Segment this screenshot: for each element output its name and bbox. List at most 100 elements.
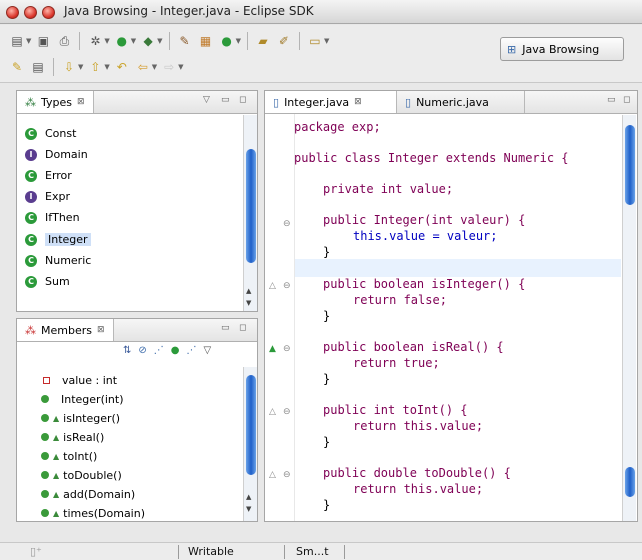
chevron-down-icon[interactable]: ▼ xyxy=(152,63,157,71)
print-icon[interactable]: ⎙ xyxy=(55,32,73,50)
tab-members[interactable]: ⁂ Members ⊠ xyxy=(17,319,114,341)
close-icon[interactable]: ⊠ xyxy=(77,97,85,107)
scroll-down-icon[interactable]: ▼ xyxy=(246,299,251,307)
run-icon[interactable]: ● xyxy=(113,32,131,50)
type-item-ifthen[interactable]: C IfThen xyxy=(25,208,80,227)
code-line: } xyxy=(323,435,331,449)
override-icon: ▲ xyxy=(53,413,60,423)
member-item[interactable]: ▲ toDouble() xyxy=(41,466,122,484)
debug-icon[interactable]: ✲ xyxy=(86,32,104,50)
fold-minus-icon[interactable]: ⊖ xyxy=(283,219,291,229)
chevron-down-icon[interactable]: ▼ xyxy=(78,63,83,71)
tab-integer-java[interactable]: ▯ Integer.java ⊠ xyxy=(265,91,397,113)
fold-minus-icon[interactable]: ⊖ xyxy=(283,407,291,417)
sort-icon[interactable]: ⇅ xyxy=(123,345,131,356)
type-item-sum[interactable]: C Sum xyxy=(25,272,70,291)
hide-fields-icon[interactable]: ⊘ xyxy=(138,345,146,356)
chevron-down-icon[interactable]: ▼ xyxy=(157,37,162,45)
chevron-down-icon[interactable]: ▼ xyxy=(104,37,109,45)
close-icon[interactable]: ⊠ xyxy=(354,97,362,107)
minimize-icon[interactable]: ▭ xyxy=(221,323,230,333)
type-item-error[interactable]: C Error xyxy=(25,166,72,185)
scrollbar-thumb[interactable] xyxy=(246,375,256,475)
status-divider xyxy=(344,545,345,559)
new-package-icon[interactable]: ▦ xyxy=(197,32,215,50)
external-tools-icon[interactable]: ◆ xyxy=(139,32,157,50)
highlight-icon[interactable]: ✎ xyxy=(8,58,26,76)
hide-local-types-icon[interactable]: ⋰ xyxy=(187,345,197,356)
scrollbar-thumb[interactable] xyxy=(246,149,256,263)
code-line: return this.value; xyxy=(353,419,484,433)
next-annotation-icon[interactable]: ⇩ xyxy=(60,58,78,76)
back-icon[interactable]: ⇦ xyxy=(134,58,152,76)
close-window-button[interactable] xyxy=(6,6,19,19)
scroll-up-icon[interactable]: ▲ xyxy=(246,287,251,295)
save-icon[interactable]: ▣ xyxy=(34,32,52,50)
scroll-up-icon[interactable]: ▲ xyxy=(246,493,251,501)
member-item[interactable]: ▲ isInteger() xyxy=(41,409,120,427)
member-item[interactable]: ▲ add(Domain) xyxy=(41,485,135,503)
tab-numeric-java[interactable]: ▯ Numeric.java xyxy=(397,91,525,113)
member-item[interactable]: value : int xyxy=(43,371,117,389)
fold-minus-icon[interactable]: ⊖ xyxy=(283,281,291,291)
chevron-down-icon[interactable]: ▼ xyxy=(178,63,183,71)
tab-types[interactable]: ⁂ Types ⊠ xyxy=(17,91,94,113)
view-menu-icon[interactable]: ▽ xyxy=(204,345,212,356)
type-item-label: Integer xyxy=(45,233,91,246)
editor-gutter[interactable] xyxy=(265,114,295,521)
member-item-label: value : int xyxy=(62,373,118,387)
minimize-icon[interactable]: ▭ xyxy=(221,95,230,105)
new-icon[interactable]: ▤ xyxy=(8,32,26,50)
member-item-label: times(Domain) xyxy=(63,506,146,520)
perspective-icon: ⊞ xyxy=(507,42,517,56)
last-edit-icon[interactable]: ↶ xyxy=(113,58,131,76)
type-item-domain[interactable]: I Domain xyxy=(25,145,88,164)
type-item-const[interactable]: C Const xyxy=(25,124,76,143)
minimize-window-button[interactable] xyxy=(24,6,37,19)
maximize-icon[interactable]: ◻ xyxy=(239,95,246,105)
editor-scrollbar[interactable] xyxy=(622,115,636,521)
member-item[interactable]: ▲ times(Domain) xyxy=(41,504,145,522)
minimize-icon[interactable]: ▭ xyxy=(607,95,616,105)
scrollbar-thumb[interactable] xyxy=(625,467,635,497)
scroll-down-icon[interactable]: ▼ xyxy=(246,505,251,513)
type-item-expr[interactable]: I Expr xyxy=(25,187,70,206)
view-menu-icon[interactable]: ▽ xyxy=(203,95,210,105)
maximize-icon[interactable]: ◻ xyxy=(623,95,630,105)
maximize-icon[interactable]: ◻ xyxy=(239,323,246,333)
hide-static-icon[interactable]: ⋰ xyxy=(154,345,164,356)
forward-icon[interactable]: ⇨ xyxy=(160,58,178,76)
perspective-button[interactable]: ⊞ Java Browsing xyxy=(500,37,624,61)
type-item-label: Error xyxy=(45,169,72,182)
folder-icon[interactable]: ▭ xyxy=(306,32,324,50)
search-icon[interactable]: ✐ xyxy=(275,32,293,50)
type-item-label: IfThen xyxy=(45,211,80,224)
scrollbar-thumb[interactable] xyxy=(625,125,635,205)
public-method-icon xyxy=(41,433,49,441)
types-scrollbar[interactable]: ▲ ▼ xyxy=(243,115,257,311)
chevron-down-icon[interactable]: ▼ xyxy=(236,37,241,45)
member-item[interactable]: ▲ toInt() xyxy=(41,447,97,465)
chevron-down-icon[interactable]: ▼ xyxy=(324,37,329,45)
hide-non-public-icon[interactable]: ● xyxy=(171,345,180,356)
toggle-block-icon[interactable]: ▤ xyxy=(29,58,47,76)
new-class-icon[interactable]: ● xyxy=(218,32,236,50)
members-view-icon: ⁂ xyxy=(25,323,36,337)
member-item[interactable]: ▲ isReal() xyxy=(41,428,104,446)
new-java-project-icon[interactable]: ✎ xyxy=(176,32,194,50)
chevron-down-icon[interactable]: ▼ xyxy=(104,63,109,71)
previous-annotation-icon[interactable]: ⇧ xyxy=(86,58,104,76)
member-item[interactable]: Integer(int) xyxy=(41,390,124,408)
zoom-window-button[interactable] xyxy=(42,6,55,19)
open-type-icon[interactable]: ▰ xyxy=(254,32,272,50)
fast-view-icon[interactable]: ▯⁺ xyxy=(30,545,42,558)
chevron-down-icon[interactable]: ▼ xyxy=(131,37,136,45)
fold-minus-icon[interactable]: ⊖ xyxy=(283,470,291,480)
chevron-down-icon[interactable]: ▼ xyxy=(26,37,31,45)
close-icon[interactable]: ⊠ xyxy=(97,325,105,335)
members-scrollbar[interactable]: ▲ ▼ xyxy=(243,367,257,521)
code-line: public double toDouble() { xyxy=(323,466,511,480)
type-item-numeric[interactable]: C Numeric xyxy=(25,251,91,270)
type-item-integer[interactable]: C Integer xyxy=(25,230,91,249)
fold-minus-icon[interactable]: ⊖ xyxy=(283,344,291,354)
